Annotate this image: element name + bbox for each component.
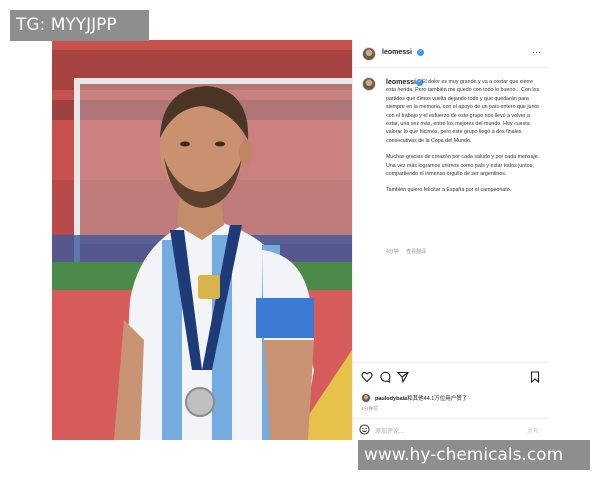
caption-paragraph: También quiero felicitar a España por el… bbox=[386, 187, 512, 194]
see-translation-link[interactable]: 查看翻译 bbox=[406, 249, 426, 255]
post-comment-button[interactable]: 发布 bbox=[527, 426, 539, 435]
more-options-icon[interactable]: ··· bbox=[532, 47, 541, 57]
comment-icon[interactable] bbox=[379, 371, 391, 383]
caption-avatar[interactable] bbox=[362, 77, 376, 91]
heart-icon[interactable] bbox=[361, 371, 373, 383]
comment-bar: 添加评论... 发布 bbox=[353, 418, 549, 441]
post-timestamp: 4分钟前 bbox=[361, 407, 379, 412]
watermark-bottom: www.hy-chemicals.com bbox=[358, 440, 590, 470]
likes-avatar[interactable] bbox=[361, 393, 371, 403]
watermark-top: TG: MYYJJPP bbox=[10, 10, 149, 41]
emoji-icon[interactable] bbox=[359, 424, 370, 435]
post-caption: El dolor es muy grande y va a costar que… bbox=[386, 78, 542, 203]
caption-paragraph: El dolor es muy grande y va a costar que… bbox=[386, 79, 540, 144]
instagram-post: leomessi ✓ ··· leomessi ✓ El dolor es mu… bbox=[52, 40, 549, 440]
bookmark-icon[interactable] bbox=[529, 371, 541, 383]
avatar[interactable] bbox=[362, 47, 376, 61]
likes-text: 和其他44.1万位用户赞了 bbox=[407, 396, 468, 402]
comment-input[interactable]: 添加评论... bbox=[375, 426, 404, 435]
post-photo[interactable] bbox=[52, 40, 352, 440]
photo-illustration bbox=[52, 40, 352, 440]
post-header: leomessi ✓ ··· bbox=[353, 40, 549, 68]
caption-paragraph: Muchas gracias de corazón por cada salud… bbox=[386, 154, 540, 178]
likes-summary: paulodybala和其他44.1万位用户赞了 bbox=[375, 394, 467, 402]
header-username[interactable]: leomessi bbox=[382, 49, 412, 56]
action-bar: paulodybala和其他44.1万位用户赞了 4分钟前 添加评论... 发布 bbox=[353, 362, 549, 440]
share-icon[interactable] bbox=[397, 371, 409, 383]
caption-timestamp: 4分钟 bbox=[386, 249, 399, 255]
likes-username[interactable]: paulodybala bbox=[375, 396, 407, 402]
verified-icon: ✓ bbox=[417, 49, 424, 56]
caption-meta: 4分钟 查看翻译 bbox=[386, 248, 432, 255]
post-side-panel: leomessi ✓ ··· leomessi ✓ El dolor es mu… bbox=[352, 40, 549, 440]
